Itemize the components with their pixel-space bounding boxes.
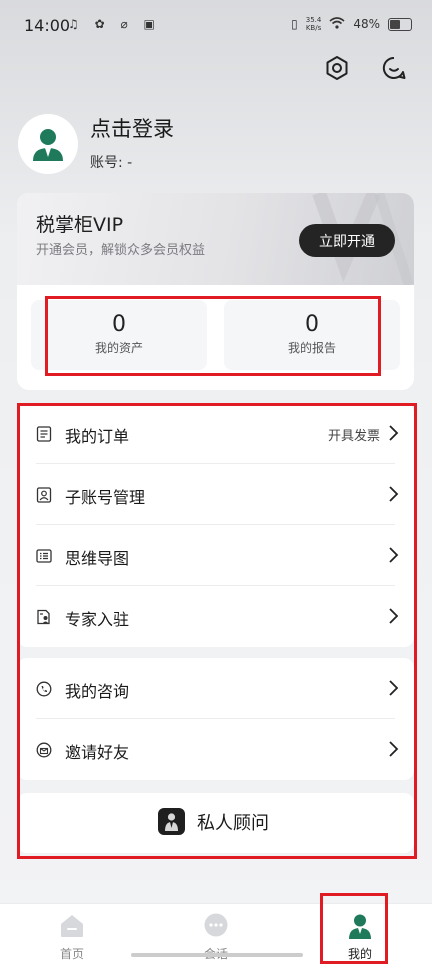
tab-home[interactable]: 首页 — [0, 904, 144, 965]
home-icon — [61, 915, 83, 937]
battery-icon — [388, 17, 412, 31]
home-indicator[interactable] — [131, 953, 303, 957]
vip-title: 税掌柜VIP — [36, 214, 124, 236]
battery-percent: 48% — [353, 17, 380, 31]
avatar[interactable] — [18, 114, 78, 174]
message-icon[interactable] — [381, 55, 407, 81]
vip-subtitle: 开通会员，解锁众多会员权益 — [36, 243, 206, 258]
notification-icons: ♫ ✿ ⌀ ▣ — [68, 17, 161, 31]
account-label: 账号: - — [90, 155, 133, 171]
settings-icon[interactable] — [324, 55, 350, 81]
network-speed: 35.4 KB/s — [305, 16, 322, 32]
highlight-box-menu — [17, 403, 417, 859]
status-right: ▯ 35.4 KB/s 48% — [291, 16, 412, 32]
highlight-box-stats — [45, 296, 381, 376]
vibrate-icon: ▯ — [291, 17, 298, 31]
vip-banner[interactable]: 税掌柜VIP 开通会员，解锁众多会员权益 立即开通 — [17, 193, 414, 285]
status-bar: 14:00 ♫ ✿ ⌀ ▣ ▯ 35.4 KB/s 48% — [0, 0, 432, 52]
login-link[interactable]: 点击登录 — [90, 113, 174, 143]
tab-label: 首页 — [59, 947, 84, 961]
highlight-box-tab-mine — [320, 893, 388, 964]
wifi-icon — [329, 16, 345, 32]
chat-icon — [204, 913, 228, 937]
status-time: 14:00 — [24, 16, 71, 35]
open-vip-button[interactable]: 立即开通 — [299, 224, 395, 257]
user-avatar-icon — [33, 129, 63, 161]
